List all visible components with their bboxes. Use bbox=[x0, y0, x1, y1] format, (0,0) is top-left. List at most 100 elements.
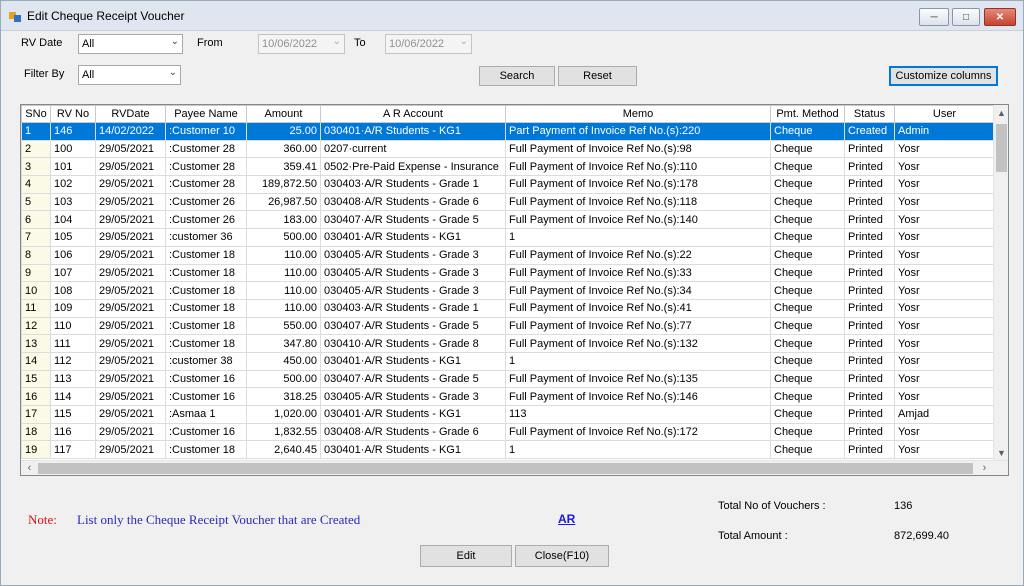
table-row[interactable]: 9 107 29/05/2021:Customer 18 110.00 030405·A… bbox=[21, 263, 995, 283]
cell-payee-name: :Customer 28 bbox=[165, 157, 247, 177]
vertical-scroll-thumb[interactable] bbox=[996, 124, 1007, 172]
table-row[interactable]: 4 102 29/05/2021:Customer 28 189,872.50 0304… bbox=[21, 175, 995, 194]
scroll-right-icon[interactable]: › bbox=[976, 461, 993, 475]
table-row[interactable]: 12 110 29/05/2021:Customer 18 550.00 030407·… bbox=[21, 316, 995, 336]
col-header-user[interactable]: User bbox=[894, 105, 995, 123]
search-button[interactable]: Search bbox=[479, 66, 555, 86]
minimize-button[interactable]: ─ bbox=[919, 8, 949, 26]
col-header-rv-date[interactable]: RVDate bbox=[95, 105, 166, 123]
table-row[interactable]: 11 109 29/05/2021:Customer 18 110.00 030403·… bbox=[21, 298, 995, 318]
table-row[interactable]: 15 113 29/05/2021:Customer 16 500.00 030407·… bbox=[21, 369, 995, 389]
vertical-scrollbar[interactable]: ▲ ▼ bbox=[993, 105, 1008, 462]
rv-date-select[interactable]: All ⌄ bbox=[78, 34, 183, 54]
col-header-status[interactable]: Status bbox=[844, 105, 895, 123]
cell-amount: 359.41 bbox=[246, 157, 321, 177]
cell-amount: 183.00 bbox=[246, 210, 321, 230]
cell-pmt-method: Cheque bbox=[770, 281, 845, 300]
cell-user: Yosr bbox=[894, 263, 995, 283]
col-header-pmt-method[interactable]: Pmt. Method bbox=[770, 105, 845, 123]
col-header-amount[interactable]: Amount bbox=[246, 105, 321, 123]
cell-payee-name: :Customer 28 bbox=[165, 175, 247, 194]
chevron-down-icon: ⌄ bbox=[332, 36, 341, 47]
cell-rv-date: 29/05/2021 bbox=[95, 263, 166, 283]
table-row[interactable]: 1 146 14/02/2022:Customer 10 25.00 030401·A/… bbox=[21, 122, 995, 141]
cell-sno: 1 bbox=[21, 122, 51, 141]
total-vouchers-value: 136 bbox=[894, 500, 913, 512]
note-label: Note: bbox=[28, 512, 57, 527]
scroll-up-icon[interactable]: ▲ bbox=[994, 105, 1008, 122]
cell-user: Yosr bbox=[894, 157, 995, 177]
horizontal-scroll-thumb[interactable] bbox=[38, 463, 973, 474]
cell-user: Yosr bbox=[894, 334, 995, 353]
cell-sno: 14 bbox=[21, 351, 51, 371]
cell-ar-account: 030408·A/R Students - Grade 6 bbox=[320, 192, 506, 212]
table-row[interactable]: 18 116 29/05/2021:Customer 16 1,832.55 03040… bbox=[21, 422, 995, 442]
table-row[interactable]: 19 117 29/05/2021:Customer 18 2,640.45 03040… bbox=[21, 440, 995, 460]
cell-pmt-method: Cheque bbox=[770, 245, 845, 265]
cell-user: Yosr bbox=[894, 192, 995, 212]
cell-pmt-method: Cheque bbox=[770, 369, 845, 389]
table-row[interactable]: 10 108 29/05/2021:Customer 18 110.00 030405·… bbox=[21, 281, 995, 300]
cell-rv-no: 112 bbox=[50, 351, 96, 371]
cell-payee-name: :Customer 28 bbox=[165, 139, 247, 159]
cell-pmt-method: Cheque bbox=[770, 334, 845, 353]
table-row[interactable]: 8 106 29/05/2021:Customer 18 110.00 030405·A… bbox=[21, 245, 995, 265]
table-row[interactable]: 7 105 29/05/2021:customer 36 500.00 030401·A… bbox=[21, 228, 995, 247]
horizontal-scrollbar[interactable]: ‹ › bbox=[21, 460, 1008, 475]
customize-columns-button[interactable]: Customize columns bbox=[889, 66, 998, 86]
cell-payee-name: :Customer 18 bbox=[165, 440, 247, 460]
cell-amount: 550.00 bbox=[246, 316, 321, 336]
cell-rv-date: 29/05/2021 bbox=[95, 387, 166, 406]
cell-memo: Full Payment of Invoice Ref No.(s):132 bbox=[505, 334, 771, 353]
note-text: List only the Cheque Receipt Voucher tha… bbox=[77, 512, 361, 527]
table-row[interactable]: 17 115 29/05/2021:Asmaa 1 1,020.00 030401·A/… bbox=[21, 405, 995, 424]
table-row[interactable]: 16 114 29/05/2021:Customer 16 318.25 030405·… bbox=[21, 387, 995, 406]
maximize-icon: □ bbox=[962, 11, 970, 23]
cell-amount: 110.00 bbox=[246, 281, 321, 300]
cell-rv-no: 114 bbox=[50, 387, 96, 406]
filter-by-value: All bbox=[82, 69, 95, 81]
cell-amount: 1,020.00 bbox=[246, 405, 321, 424]
table-row[interactable]: 3 101 29/05/2021:Customer 28 359.41 0502·Pre… bbox=[21, 157, 995, 177]
cell-rv-date: 29/05/2021 bbox=[95, 139, 166, 159]
cell-rv-date: 29/05/2021 bbox=[95, 192, 166, 212]
vouchers-grid[interactable]: SNo RV No RVDate Payee Name Amount A R A… bbox=[20, 104, 1009, 476]
cell-rv-date: 29/05/2021 bbox=[95, 422, 166, 442]
edit-button[interactable]: Edit bbox=[420, 545, 512, 567]
ar-link[interactable]: AR bbox=[558, 512, 575, 526]
cell-user: Yosr bbox=[894, 351, 995, 371]
cell-pmt-method: Cheque bbox=[770, 440, 845, 460]
table-row[interactable]: 2 100 29/05/2021:Customer 28 360.00 0207·cur… bbox=[21, 139, 995, 159]
cell-user: Yosr bbox=[894, 139, 995, 159]
cell-rv-date: 29/05/2021 bbox=[95, 228, 166, 247]
close-window-button[interactable]: ✕ bbox=[984, 8, 1016, 26]
scroll-left-icon[interactable]: ‹ bbox=[21, 461, 38, 475]
cell-memo: Full Payment of Invoice Ref No.(s):33 bbox=[505, 263, 771, 283]
cell-pmt-method: Cheque bbox=[770, 405, 845, 424]
cell-pmt-method: Cheque bbox=[770, 351, 845, 371]
col-header-ar-account[interactable]: A R Account bbox=[320, 105, 506, 123]
cell-payee-name: :Customer 18 bbox=[165, 298, 247, 318]
cell-pmt-method: Cheque bbox=[770, 122, 845, 141]
cell-status: Printed bbox=[844, 387, 895, 406]
rv-date-value: All bbox=[82, 38, 95, 50]
cell-ar-account: 030401·A/R Students - KG1 bbox=[320, 351, 506, 371]
close-button[interactable]: Close(F10) bbox=[515, 545, 609, 567]
table-row[interactable]: 6 104 29/05/2021:Customer 26 183.00 030407·A… bbox=[21, 210, 995, 230]
to-date-picker[interactable]: 10/06/2022 ⌄ bbox=[385, 34, 472, 54]
cell-memo: Full Payment of Invoice Ref No.(s):178 bbox=[505, 175, 771, 194]
reset-button[interactable]: Reset bbox=[558, 66, 637, 86]
filter-by-select[interactable]: All ⌄ bbox=[78, 65, 181, 85]
col-header-sno[interactable]: SNo bbox=[21, 105, 51, 123]
table-row[interactable]: 14 112 29/05/2021:customer 38 450.00 030401·… bbox=[21, 351, 995, 371]
table-row[interactable]: 5 103 29/05/2021:Customer 26 26,987.50 03040… bbox=[21, 192, 995, 212]
table-row[interactable]: 13 111 29/05/2021:Customer 18 347.80 030410·… bbox=[21, 334, 995, 353]
col-header-memo[interactable]: Memo bbox=[505, 105, 771, 123]
from-date-picker[interactable]: 10/06/2022 ⌄ bbox=[258, 34, 345, 54]
col-header-payee-name[interactable]: Payee Name bbox=[165, 105, 247, 123]
col-header-rv-no[interactable]: RV No bbox=[50, 105, 96, 123]
cell-ar-account: 030405·A/R Students - Grade 3 bbox=[320, 281, 506, 300]
cell-ar-account: 030401·A/R Students - KG1 bbox=[320, 228, 506, 247]
maximize-button[interactable]: □ bbox=[952, 8, 980, 26]
cell-memo: Full Payment of Invoice Ref No.(s):110 bbox=[505, 157, 771, 177]
